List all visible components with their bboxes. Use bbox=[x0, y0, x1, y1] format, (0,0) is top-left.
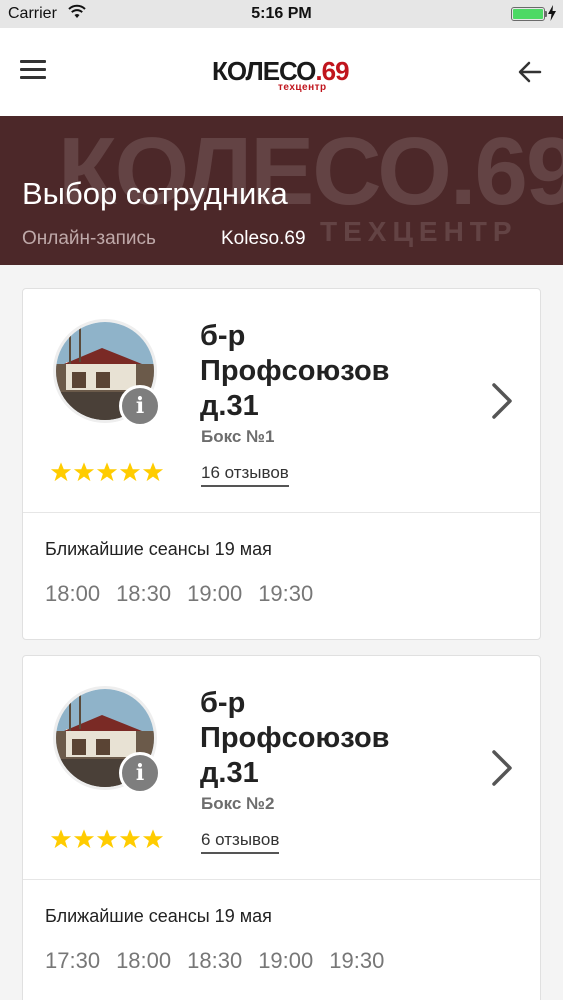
star-icon bbox=[142, 829, 164, 849]
employee-name: б-р Профсоюзов д.31 bbox=[200, 686, 450, 791]
reviews-link[interactable]: 16 отзывов bbox=[201, 463, 289, 487]
hero-watermark-sub: ТЕХЦЕНТР bbox=[320, 216, 518, 247]
navigation-bar: КОЛЕСО.69 техцентр bbox=[0, 28, 563, 116]
time-slot[interactable]: 17:30 bbox=[45, 948, 100, 974]
time-slots: 18:00 18:30 19:00 19:30 bbox=[45, 581, 329, 607]
star-icon bbox=[50, 829, 72, 849]
star-icon bbox=[119, 829, 141, 849]
hamburger-icon[interactable] bbox=[20, 60, 46, 82]
employee-name-line: Профсоюзов bbox=[200, 355, 390, 387]
star-icon bbox=[142, 462, 164, 482]
employee-box: Бокс №2 bbox=[201, 794, 275, 813]
time-slot[interactable]: 18:30 bbox=[187, 948, 242, 974]
star-icon bbox=[96, 829, 118, 849]
employee-name-line: д.31 bbox=[200, 390, 259, 422]
employee-name-line: б-р bbox=[200, 320, 246, 352]
breadcrumb-section: Онлайн-запись bbox=[22, 228, 156, 249]
time-slot[interactable]: 19:00 bbox=[258, 948, 313, 974]
time-slot[interactable]: 18:00 bbox=[116, 948, 171, 974]
time-slot[interactable]: 18:30 bbox=[116, 581, 171, 607]
page-title: Выбор сотрудника bbox=[22, 176, 288, 211]
logo-subtitle: техцентр bbox=[278, 82, 327, 93]
time-slots: 17:30 18:00 18:30 19:00 19:30 bbox=[45, 948, 400, 974]
status-bar: Carrier 5:16 PM bbox=[0, 0, 563, 28]
battery-icon bbox=[511, 7, 545, 21]
sessions-section: Ближайшие сеансы 19 мая 18:00 18:30 19:0… bbox=[23, 513, 540, 639]
star-icon bbox=[96, 462, 118, 482]
breadcrumb-brand: Koleso.69 bbox=[221, 228, 306, 249]
sessions-title: Ближайшие сеансы 19 мая bbox=[45, 539, 272, 559]
rating-stars bbox=[50, 461, 165, 483]
time-slot[interactable]: 19:30 bbox=[329, 948, 384, 974]
employee-name-line: д.31 bbox=[200, 757, 259, 789]
charging-icon bbox=[548, 5, 556, 21]
employee-card-header[interactable]: i б-р Профсоюзов д.31 Бокс №2 6 отзывов bbox=[23, 656, 540, 880]
chevron-right-icon[interactable] bbox=[489, 748, 515, 788]
employee-card-header[interactable]: i б-р Профсоюзов д.31 Бокс №1 16 отзывов bbox=[23, 289, 540, 513]
info-icon[interactable]: i bbox=[119, 385, 161, 427]
employee-box: Бокс №1 bbox=[201, 427, 275, 446]
star-icon bbox=[50, 462, 72, 482]
clock: 5:16 PM bbox=[251, 5, 312, 22]
koleso-logo: КОЛЕСО.69 техцентр bbox=[212, 56, 352, 96]
chevron-right-icon[interactable] bbox=[489, 381, 515, 421]
time-slot[interactable]: 19:30 bbox=[258, 581, 313, 607]
info-icon[interactable]: i bbox=[119, 752, 161, 794]
star-icon bbox=[73, 829, 95, 849]
employee-card[interactable]: i б-р Профсоюзов д.31 Бокс №2 6 отзывов … bbox=[22, 655, 541, 1000]
employee-card[interactable]: i б-р Профсоюзов д.31 Бокс №1 16 отзывов… bbox=[22, 288, 541, 640]
sessions-section: Ближайшие сеансы 19 мая 17:30 18:00 18:3… bbox=[23, 880, 540, 1000]
time-slot[interactable]: 18:00 bbox=[45, 581, 100, 607]
reviews-link[interactable]: 6 отзывов bbox=[201, 830, 280, 854]
rating-stars bbox=[50, 828, 165, 850]
employee-name-line: Профсоюзов bbox=[200, 722, 390, 754]
star-icon bbox=[73, 462, 95, 482]
employee-name-line: б-р bbox=[200, 687, 246, 719]
employee-name: б-р Профсоюзов д.31 bbox=[200, 319, 450, 424]
arrow-left-icon[interactable] bbox=[516, 58, 544, 86]
sessions-title: Ближайшие сеансы 19 мая bbox=[45, 906, 272, 926]
battery-tip bbox=[545, 11, 547, 17]
hero-header: КОЛЕСО.69 ТЕХЦЕНТР Выбор сотрудника Онла… bbox=[0, 116, 563, 265]
time-slot[interactable]: 19:00 bbox=[187, 581, 242, 607]
star-icon bbox=[119, 462, 141, 482]
